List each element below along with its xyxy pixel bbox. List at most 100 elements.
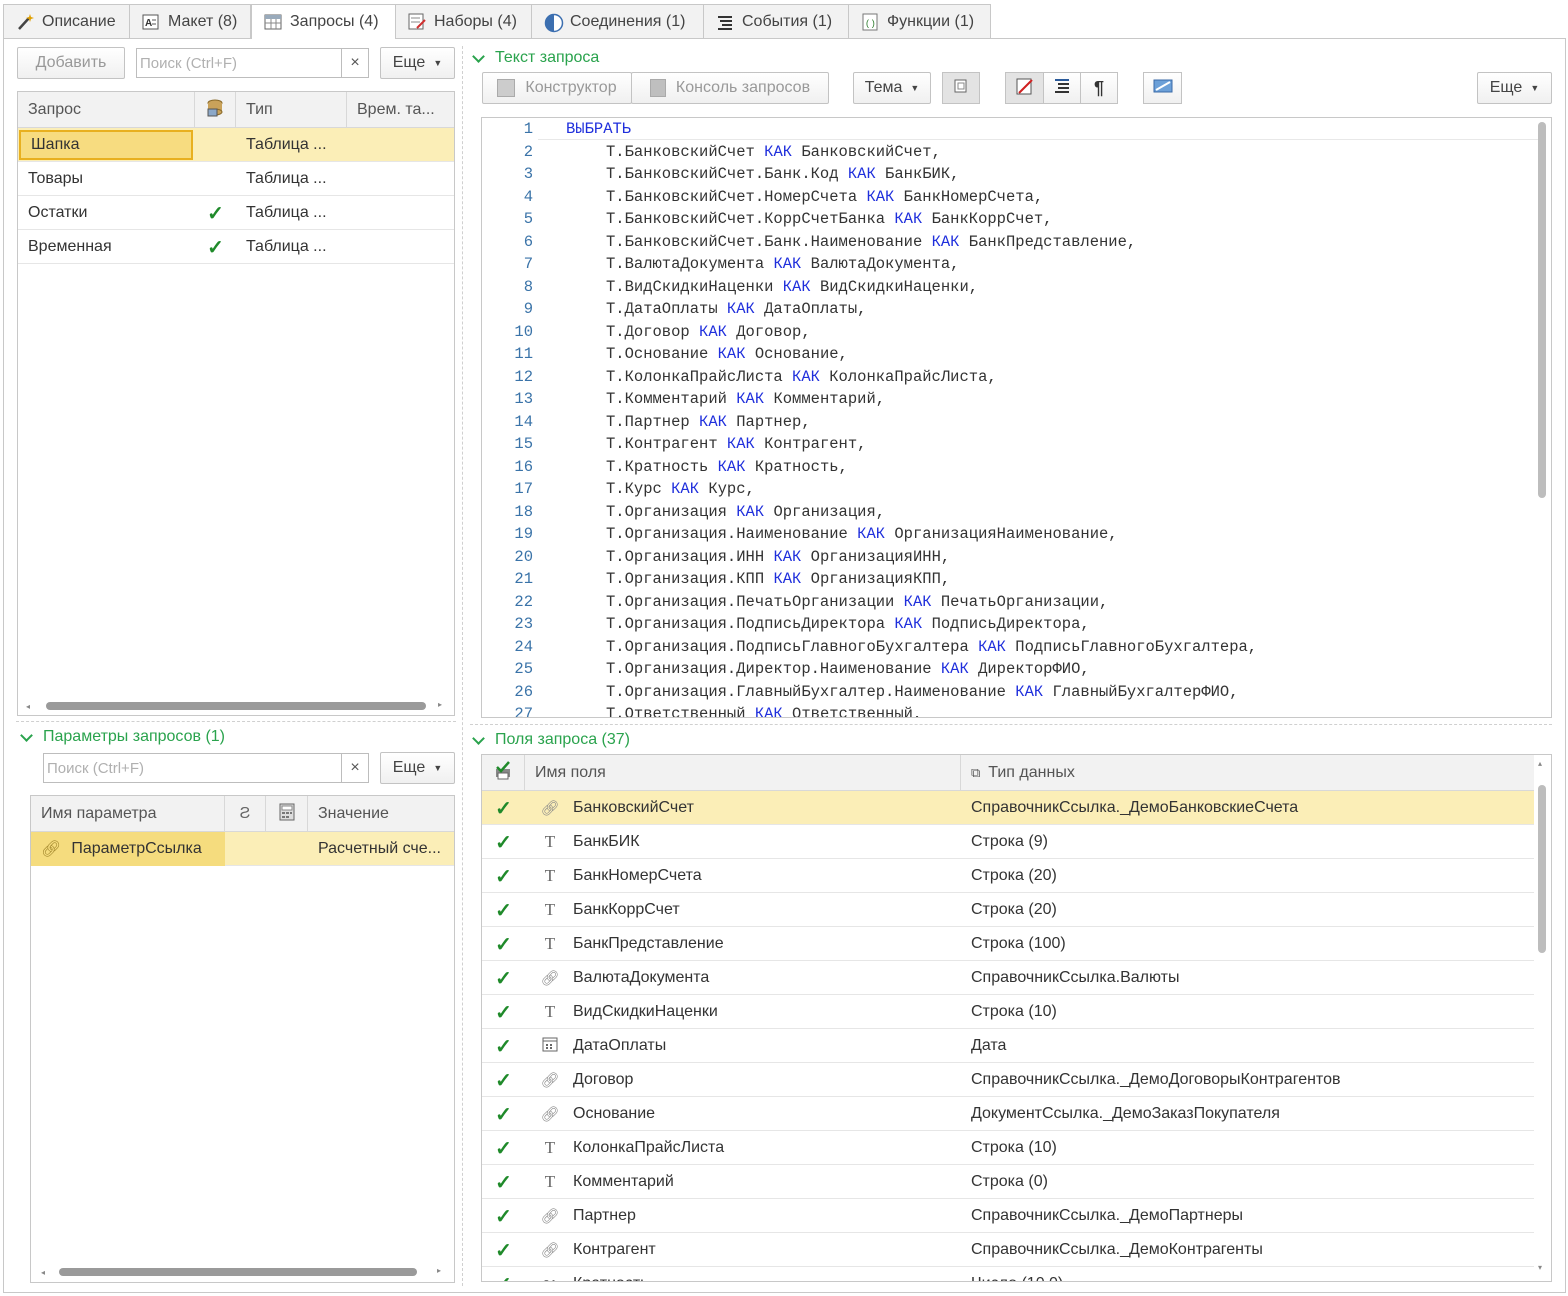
use-field-checkbox[interactable]: ✓ (482, 791, 525, 825)
copy-button[interactable] (942, 72, 980, 104)
field-type-cell[interactable]: СправочникСсылка.Валюты (961, 961, 1534, 995)
field-type-cell[interactable]: Строка (9) (961, 825, 1534, 859)
horizontal-splitter[interactable] (16, 721, 456, 722)
column-header-value[interactable]: Значение (308, 796, 454, 832)
field-name-cell[interactable]: T БанкКоррСчет (525, 893, 961, 927)
use-field-checkbox[interactable]: ✓ (482, 1233, 525, 1267)
table-row[interactable]: ✓ 🔗︎ Основание ДокументСсылка._ДемоЗаказПок… (482, 1097, 1534, 1131)
field-name-cell[interactable]: T ВидСкидкиНаценки (525, 995, 961, 1029)
table-row[interactable]: ✓ 🔗︎ Контрагент СправочникСсылка._ДемоКонтр… (482, 1233, 1534, 1267)
field-type-cell[interactable]: Строка (100) (961, 927, 1534, 961)
table-row[interactable]: ✓ T ВидСкидкиНаценки Строка (10) (482, 995, 1534, 1029)
tab-functions[interactable]: () Функции (1) (848, 4, 991, 38)
query-name-cell[interactable]: Шапка (19, 130, 193, 160)
use-field-checkbox[interactable]: ✓ (482, 859, 525, 893)
use-field-checkbox[interactable]: ✓ (482, 1131, 525, 1165)
syntax-check-button[interactable] (1005, 72, 1044, 104)
queries-search-clear-button[interactable]: × (341, 48, 369, 78)
params-search-clear-button[interactable]: × (341, 753, 369, 783)
query-code-editor[interactable]: 1 ВЫБРАТЬ 2 Т.БанковскийСчет КАК Банковский… (481, 117, 1552, 718)
field-type-cell[interactable]: Строка (10) (961, 995, 1534, 1029)
column-header-field-name[interactable]: Имя поля (525, 755, 961, 791)
field-type-cell[interactable]: Строка (10) (961, 1131, 1534, 1165)
field-name-cell[interactable]: 🔗︎ Партнер (525, 1199, 961, 1233)
field-type-cell[interactable]: СправочникСсылка._ДемоБанковскиеСчета (961, 791, 1534, 825)
table-row[interactable]: ✓ T БанкПредставление Строка (100) (482, 927, 1534, 961)
field-type-cell[interactable]: ДокументСсылка._ДемоЗаказПокупателя (961, 1097, 1534, 1131)
column-header-query[interactable]: Запрос (18, 92, 195, 128)
table-row[interactable]: Шапка Таблица ... (18, 128, 454, 162)
table-row[interactable]: Временная ✓ Таблица ... (18, 230, 454, 264)
scroll-up-arrow[interactable]: ▴ (1538, 759, 1542, 768)
table-row[interactable]: ✓ T КолонкаПрайсЛиста Строка (10) (482, 1131, 1534, 1165)
scroll-down-arrow[interactable]: ▾ (1538, 1263, 1542, 1272)
scroll-left-arrow[interactable]: ◂ (41, 1268, 45, 1277)
table-row[interactable]: 🔗︎ ПараметрСсылка Расчетный сче... (31, 832, 454, 866)
use-field-checkbox[interactable]: ✓ (482, 961, 525, 995)
field-type-cell[interactable]: Строка (20) (961, 893, 1534, 927)
field-type-cell[interactable]: Дата (961, 1029, 1534, 1063)
field-type-cell[interactable]: Число (10,0) (961, 1267, 1534, 1281)
use-field-checkbox[interactable]: ✓ (482, 1165, 525, 1199)
table-row[interactable]: ✓ 🔗︎ ВалютаДокумента СправочникСсылка.Валют… (482, 961, 1534, 995)
tab-datasets[interactable]: Наборы (4) (395, 4, 532, 38)
field-type-cell[interactable]: СправочникСсылка._ДемоКонтрагенты (961, 1233, 1534, 1267)
field-type-cell[interactable]: Строка (0) (961, 1165, 1534, 1199)
query-type-cell[interactable]: Таблица ... (236, 128, 347, 162)
table-row[interactable]: ✓ 🔗︎ БанковскийСчет СправочникСсылка._ДемоБ… (482, 791, 1534, 825)
format-button[interactable] (1043, 72, 1081, 104)
table-row[interactable]: ✓ ДатаОплаты Дата (482, 1029, 1534, 1063)
query-type-cell[interactable]: Таблица ... (236, 162, 347, 196)
table-row[interactable]: ✓ T БанкБИК Строка (9) (482, 825, 1534, 859)
column-header-param-name[interactable]: Имя параметра (31, 796, 225, 832)
field-name-cell[interactable]: T БанкБИК (525, 825, 961, 859)
field-name-cell[interactable]: T КолонкаПрайсЛиста (525, 1131, 961, 1165)
scroll-right-arrow[interactable]: ▸ (437, 1266, 441, 1275)
tab-events[interactable]: События (1) (703, 4, 849, 38)
add-button[interactable]: Добавить (17, 47, 125, 79)
tab-description[interactable]: Описание (3, 4, 130, 38)
table-row[interactable]: ✓ 🔗︎ Договор СправочникСсылка._ДемоДоговоры… (482, 1063, 1534, 1097)
use-field-checkbox[interactable]: ✓ (482, 825, 525, 859)
table-row[interactable]: ✓ 🔗︎ Партнер СправочникСсылка._ДемоПартнеры (482, 1199, 1534, 1233)
query-name-cell[interactable]: Остатки (18, 196, 195, 230)
param-value-cell[interactable]: Расчетный сче... (308, 832, 454, 866)
field-name-cell[interactable]: T БанкНомерСчета (525, 859, 961, 893)
use-field-checkbox[interactable]: ✓ (482, 927, 525, 961)
table-row[interactable]: ✓ T Комментарий Строка (0) (482, 1165, 1534, 1199)
column-header-data-type[interactable]: ⧉ Тип данных (961, 755, 1534, 791)
fields-section-title[interactable]: Поля запроса (37) (470, 729, 630, 751)
horizontal-splitter[interactable] (470, 724, 1552, 725)
field-type-cell[interactable]: СправочникСсылка._ДемоПартнеры (961, 1199, 1534, 1233)
field-name-cell[interactable]: 01 Кратность (525, 1267, 961, 1281)
field-name-cell[interactable]: 🔗︎ ВалютаДокумента (525, 961, 961, 995)
field-name-cell[interactable]: T БанкПредставление (525, 927, 961, 961)
use-field-checkbox[interactable]: ✓ (482, 1029, 525, 1063)
column-header-sources[interactable] (195, 92, 236, 128)
query-name-cell[interactable]: Товары (18, 162, 195, 196)
params-section-title[interactable]: Параметры запросов (1) (18, 726, 225, 748)
field-name-cell[interactable]: 🔗︎ БанковскийСчет (525, 791, 961, 825)
use-field-checkbox[interactable]: ✓ (482, 1199, 525, 1233)
field-name-cell[interactable]: 🔗︎ Основание (525, 1097, 961, 1131)
code-vertical-scrollbar[interactable] (1538, 122, 1546, 498)
params-more-button[interactable]: Еще ▼ (380, 752, 455, 784)
query-name-cell[interactable]: Временная (18, 230, 195, 264)
use-field-checkbox[interactable]: ✓ (482, 893, 525, 927)
query-type-cell[interactable]: Таблица ... (236, 230, 347, 264)
editor-more-button[interactable]: Еще ▼ (1477, 72, 1552, 104)
field-name-cell[interactable]: 🔗︎ Контрагент (525, 1233, 961, 1267)
vertical-splitter[interactable] (462, 46, 463, 1286)
column-header-expression[interactable]: Ƨ (225, 796, 266, 832)
tab-connections[interactable]: Соединения (1) (531, 4, 704, 38)
scroll-left-arrow[interactable]: ◂ (26, 702, 32, 711)
erase-button[interactable] (1143, 72, 1182, 104)
table-row[interactable]: ✓ T БанкКоррСчет Строка (20) (482, 893, 1534, 927)
use-field-checkbox[interactable]: ✓ (482, 995, 525, 1029)
tab-layout[interactable]: A Макет (8) (129, 4, 251, 38)
table-row[interactable]: Товары Таблица ... (18, 162, 454, 196)
params-search-input[interactable]: Поиск (Ctrl+F) (43, 753, 343, 783)
query-constructor-button[interactable]: Конструктор (482, 72, 632, 104)
column-header-value-type[interactable] (266, 796, 308, 832)
table-row[interactable]: Остатки ✓ Таблица ... (18, 196, 454, 230)
